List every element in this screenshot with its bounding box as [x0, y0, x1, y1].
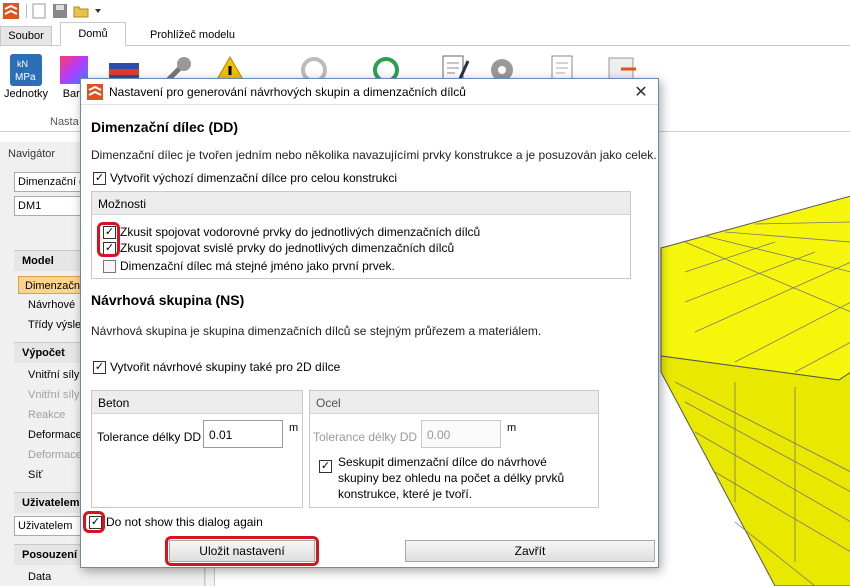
units-button[interactable]: kN MPa Jednotky [4, 52, 48, 100]
dd-description: Dimenzační dílec je tvořen jedním nebo n… [91, 148, 657, 162]
group-regardless-label: Seskupit dimenzační dílce do návrhové sk… [338, 455, 565, 501]
ns-heading: Návrhová skupina (NS) [91, 292, 245, 308]
close-icon[interactable]: ✕ [632, 83, 650, 101]
ribbon-group-label: Nasta [50, 116, 79, 128]
tab-domu[interactable]: Domů [60, 22, 126, 46]
beton-tolerance-label: Tolerance délky DD [97, 430, 202, 444]
ns-description: Návrhová skupina je skupina dimenzačních… [91, 324, 542, 338]
ocel-tolerance-label: Tolerance délky DD [313, 430, 418, 444]
dialog-titlebar: Nastavení pro generování návrhových skup… [81, 79, 658, 105]
checkbox-checked-icon[interactable]: ✓ [93, 360, 106, 374]
dropdown-arrow-icon[interactable] [93, 2, 103, 20]
beton-unit: m [289, 422, 299, 434]
beton-tolerance-input[interactable]: 0.01 [203, 420, 283, 448]
create-default-dd-label: Vytvořit výchozí dimenzační dílce pro ce… [110, 171, 398, 185]
ocel-tolerance-input[interactable]: 0.00 [421, 420, 501, 448]
units-icon: kN MPa [8, 52, 44, 88]
save-highlight-marker [165, 536, 319, 566]
create-default-dd-checkbox[interactable]: ✓ Vytvořit výchozí dimenzační dílce pro … [93, 171, 397, 185]
dialog-app-icon [87, 83, 103, 100]
create-2d-ns-checkbox[interactable]: ✓ Vytvořit návrhové skupiny také pro 2D … [93, 360, 340, 374]
qab-separator [26, 4, 27, 18]
join-vertical-checkbox[interactable]: ✓ Zkusit spojovat svislé prvky do jednot… [103, 241, 454, 255]
svg-text:kN: kN [17, 59, 28, 69]
same-name-checkbox[interactable]: Dimenzační dílec má stejné jméno jako pr… [103, 259, 395, 273]
beton-groupbox: Beton [91, 390, 303, 508]
same-name-label: Dimenzační dílec má stejné jméno jako pr… [120, 259, 395, 273]
checkbox-checked-icon[interactable]: ✓ [319, 460, 332, 473]
dialog-title: Nastavení pro generování návrhových skup… [109, 84, 466, 99]
new-file-icon[interactable] [30, 2, 48, 20]
checkbox-unchecked-icon[interactable] [103, 259, 116, 273]
join-horizontal-label: Zkusit spojovat vodorovné prvky do jedno… [120, 225, 481, 239]
dont-show-label: Do not show this dialog again [106, 515, 263, 529]
close-button[interactable]: Zavřít [405, 540, 655, 562]
ocel-unit: m [507, 422, 517, 434]
settings-dialog: Nastavení pro generování návrhových skup… [80, 78, 659, 568]
app-logo-icon[interactable] [2, 2, 20, 20]
open-folder-icon[interactable] [72, 2, 90, 20]
dont-show-highlight-marker [83, 511, 105, 533]
checkbox-checked-icon[interactable]: ✓ [93, 171, 106, 185]
create-2d-ns-label: Vytvořit návrhové skupiny také pro 2D dí… [110, 360, 341, 374]
tab-soubor[interactable]: Soubor [0, 26, 52, 46]
save-icon[interactable] [51, 2, 69, 20]
options-title: Možnosti [92, 192, 630, 215]
nav-item-data[interactable]: Data [22, 568, 202, 586]
beton-title: Beton [92, 391, 302, 414]
tab-prohlizec-modelu[interactable]: Prohlížeč modelu [142, 24, 243, 46]
quick-access-toolbar [0, 0, 850, 22]
ribbon-tabs: Soubor Domů Prohlížeč modelu [0, 22, 850, 46]
units-label: Jednotky [4, 88, 49, 100]
ocel-title: Ocel [310, 391, 598, 414]
join-vertical-label: Zkusit spojovat svislé prvky do jednotli… [120, 241, 455, 255]
options-highlight-marker [97, 222, 120, 257]
dont-show-checkbox[interactable]: ✓ Do not show this dialog again [89, 515, 263, 529]
dd-heading: Dimenzační dílec (DD) [91, 119, 239, 135]
join-horizontal-checkbox[interactable]: ✓ Zkusit spojovat vodorovné prvky do jed… [103, 225, 480, 239]
svg-text:MPa: MPa [15, 72, 36, 83]
group-regardless-checkbox[interactable]: ✓ Seskupit dimenzační dílce do návrhové … [319, 454, 588, 502]
